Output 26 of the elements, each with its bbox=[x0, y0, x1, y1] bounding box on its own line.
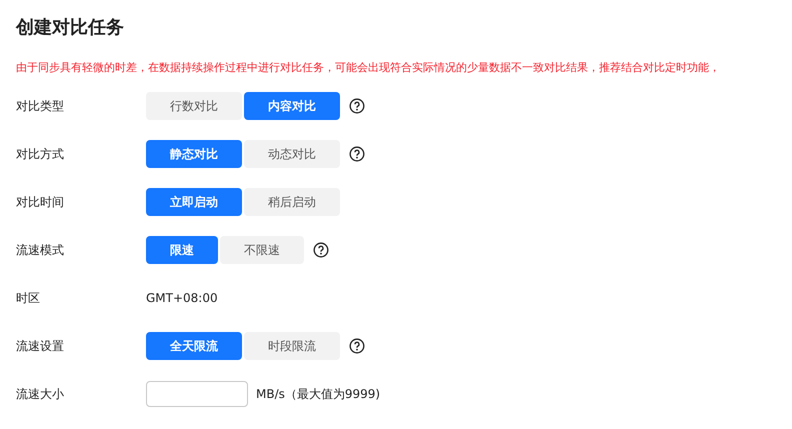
segment-option[interactable]: 全天限流 bbox=[146, 332, 242, 360]
help-icon[interactable] bbox=[349, 338, 365, 354]
segment-option[interactable]: 限速 bbox=[146, 236, 218, 264]
unit-hint: MB/s（最大值为9999) bbox=[256, 386, 380, 402]
field-label: 时区 bbox=[16, 290, 41, 306]
segment-option[interactable]: 行数对比 bbox=[146, 92, 242, 120]
page-title: 创建对比任务 bbox=[16, 16, 125, 40]
segment-option[interactable]: 时段限流 bbox=[244, 332, 340, 360]
field-label: 流速设置 bbox=[16, 338, 65, 354]
timezone-value: GMT+08:00 bbox=[146, 291, 218, 305]
segment-option[interactable]: 内容对比 bbox=[244, 92, 340, 120]
field-label: 对比方式 bbox=[16, 146, 65, 162]
field-label: 流速大小 bbox=[16, 386, 65, 402]
field-label: 对比时间 bbox=[16, 194, 65, 210]
segment-option[interactable]: 稍后启动 bbox=[244, 188, 340, 216]
help-icon[interactable] bbox=[349, 146, 365, 162]
segment-option[interactable]: 不限速 bbox=[220, 236, 304, 264]
help-icon[interactable] bbox=[349, 98, 365, 114]
field-label: 对比类型 bbox=[16, 98, 65, 114]
help-icon[interactable] bbox=[313, 242, 329, 258]
segment-option[interactable]: 动态对比 bbox=[244, 140, 340, 168]
warning-message: 由于同步具有轻微的时差，在数据持续操作过程中进行对比任务，可能会出现符合实际情况的少量数据不一致对比结果，推荐结合对比定时功能， bbox=[16, 60, 721, 76]
segment-option[interactable]: 立即启动 bbox=[146, 188, 242, 216]
input-field[interactable] bbox=[146, 381, 248, 407]
segment-option[interactable]: 静态对比 bbox=[146, 140, 242, 168]
field-label: 流速模式 bbox=[16, 242, 65, 258]
